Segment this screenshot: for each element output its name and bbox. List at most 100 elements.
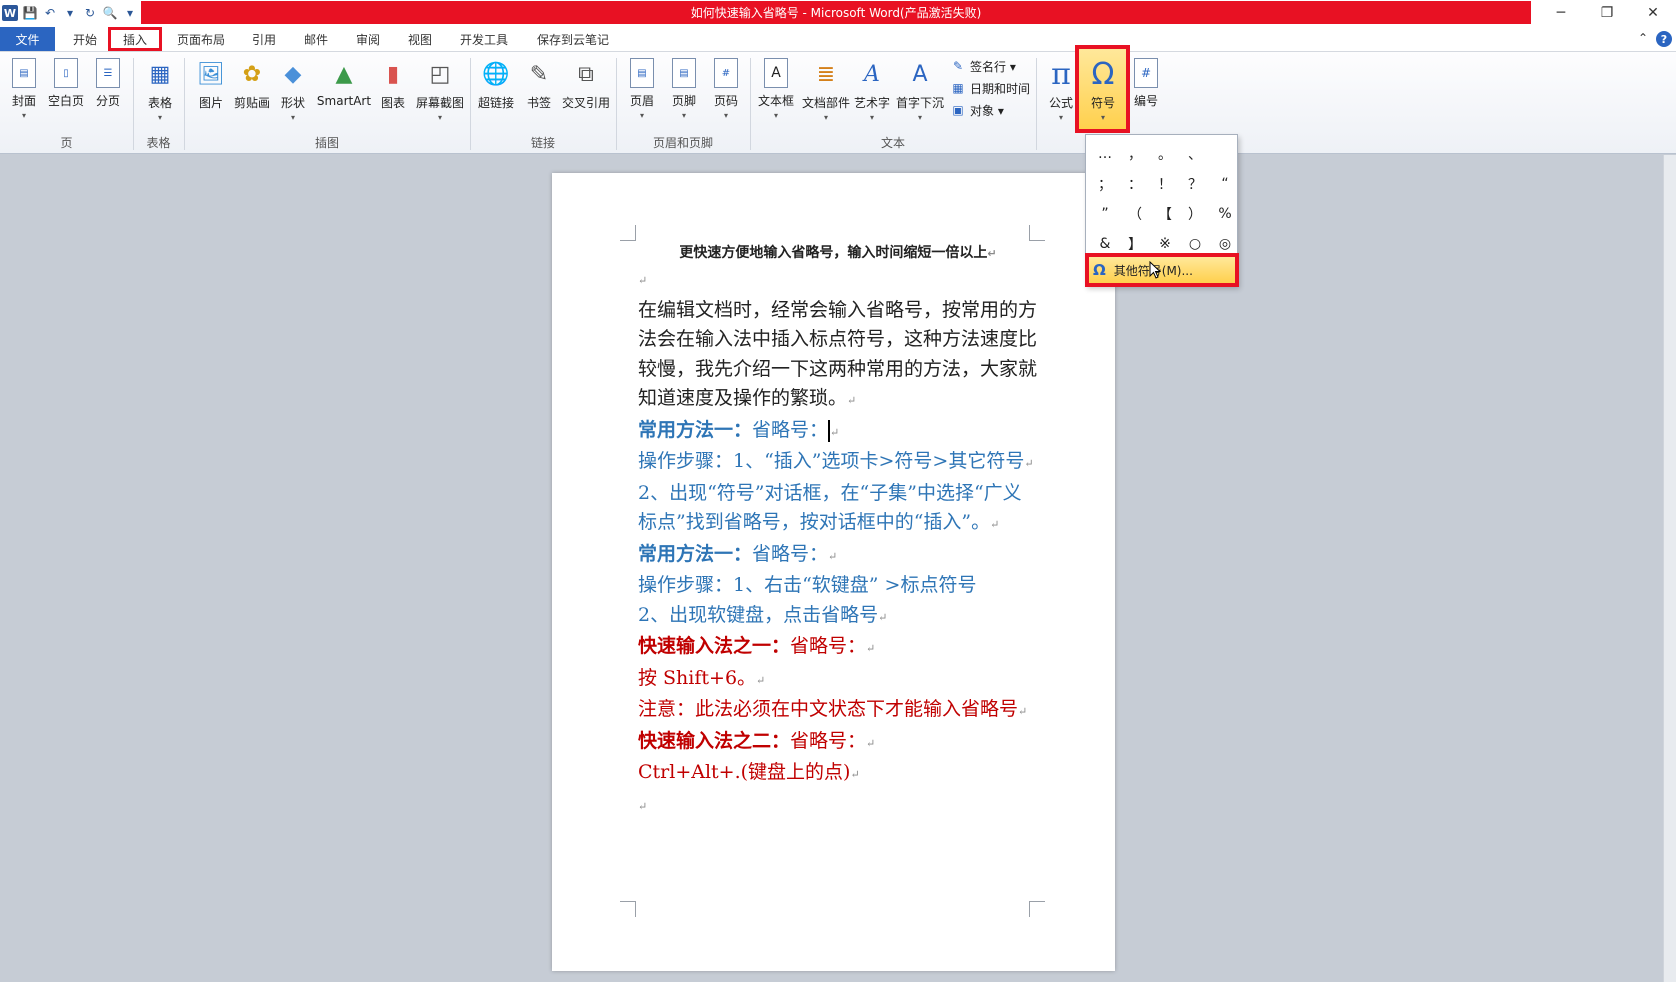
bookmark-label: 书签 — [526, 96, 551, 110]
screenshot-icon: ◰ — [429, 61, 451, 87]
paragraph-mark: ↵ — [638, 799, 648, 813]
smartart-button[interactable]: ▲ SmartArt — [314, 56, 374, 130]
symbol-cell[interactable]: … — [1090, 139, 1120, 169]
symbol-cell[interactable] — [1210, 139, 1240, 169]
tab-save-cloud[interactable]: 保存到云笔记 — [528, 27, 618, 51]
method1-rest-text: 省略号： — [752, 418, 829, 441]
symbol-cell[interactable]: 。 — [1150, 139, 1180, 169]
method2-step2: 2、出现软键盘，点击省略号↵ — [638, 601, 1038, 633]
footer-icon: ▤ — [672, 58, 696, 88]
more-symbols-button[interactable]: Ω 其他符号(M)... — [1085, 253, 1239, 287]
print-preview-icon[interactable]: 🔍 — [102, 5, 118, 21]
chevron-down-icon: ▾ — [723, 111, 728, 120]
fast1-head-text: 快速输入法之一： — [638, 635, 791, 657]
close-button[interactable]: ✕ — [1630, 0, 1676, 26]
symbol-cell[interactable]: ！ — [1150, 169, 1180, 199]
tab-review[interactable]: 审阅 — [348, 27, 388, 51]
undo-dropdown-icon[interactable]: ▾ — [62, 5, 78, 21]
textbox-button[interactable]: A 文本框 ▾ — [756, 56, 796, 130]
clip-art-button[interactable]: ✿ 剪贴画 — [232, 56, 272, 130]
group-separator — [1036, 58, 1037, 150]
signature-line-button[interactable]: ✎ 签名行 ▾ — [950, 56, 1016, 76]
footer-button[interactable]: ▤ 页脚 ▾ — [666, 56, 702, 130]
collapse-ribbon-icon[interactable]: ⌃ — [1638, 31, 1648, 47]
symbol-cell[interactable]: % — [1210, 199, 1240, 229]
title-text: 更快速方便地输入省略号，输入时间缩短一倍以上 — [679, 245, 988, 261]
date-time-button[interactable]: ▦ 日期和时间 — [950, 78, 1030, 98]
equation-icon: π — [1051, 56, 1071, 92]
page-number-button[interactable]: # 页码 ▾ — [708, 56, 744, 130]
chart-button[interactable]: ▮ 图表 — [376, 56, 410, 130]
customize-qat-icon[interactable]: ▾ — [122, 5, 138, 21]
screenshot-button[interactable]: ◰ 屏幕截图 ▾ — [414, 56, 466, 130]
document-body[interactable]: 更快速方便地输入省略号，输入时间缩短一倍以上↵ ↵ 在编辑文档时，经常会输入省略… — [638, 243, 1038, 821]
symbol-cell[interactable]: （ — [1120, 199, 1150, 229]
paragraph-mark: ↵ — [638, 274, 648, 287]
wordart-button[interactable]: A 艺术字 ▾ — [852, 56, 892, 130]
method1-step2: 2、出现“符号”对话框，在“子集”中选择“广义标点”找到省略号，按对话框中的“插… — [638, 479, 1038, 540]
blank-page-button[interactable]: ▯ 空白页 — [46, 56, 86, 130]
save-icon[interactable]: 💾 — [22, 5, 38, 21]
page-break-button[interactable]: ☰ 分页 — [90, 56, 126, 130]
table-icon: ▦ — [149, 61, 171, 87]
numbering-button[interactable]: # 编号 — [1126, 56, 1166, 130]
hyperlink-button[interactable]: 🌐 超链接 — [476, 56, 516, 130]
symbol-cell[interactable]: “ — [1210, 169, 1240, 199]
signature-line-icon: ✎ — [952, 59, 964, 73]
picture-button[interactable]: 🖼 图片 — [194, 56, 228, 130]
object-button[interactable]: ▣ 对象 ▾ — [950, 100, 1004, 120]
symbol-cell[interactable]: ？ — [1180, 169, 1210, 199]
cover-page-button[interactable]: ▤ 封面 ▾ — [6, 56, 42, 130]
symbol-cell[interactable]: 、 — [1180, 139, 1210, 169]
redo-icon[interactable]: ↻ — [82, 5, 98, 21]
tab-view[interactable]: 视图 — [400, 27, 440, 51]
symbol-cell[interactable]: ， — [1120, 139, 1150, 169]
fast2-rest-text: 省略号： — [790, 729, 867, 752]
wordart-label: 艺术字 — [853, 96, 890, 110]
group-label-tables: 表格 — [146, 136, 171, 150]
cross-reference-icon: ⧉ — [578, 61, 594, 87]
tab-developer[interactable]: 开发工具 — [452, 27, 516, 51]
cover-page-icon: ▤ — [12, 58, 36, 88]
restore-button[interactable]: ❐ — [1584, 0, 1630, 26]
chart-icon: ▮ — [386, 61, 400, 87]
table-button[interactable]: ▦ 表格 ▾ — [142, 56, 178, 130]
numbering-icon: # — [1134, 58, 1158, 88]
screenshot-label: 屏幕截图 — [415, 96, 464, 110]
chevron-down-icon: ▾ — [869, 113, 874, 122]
undo-icon[interactable]: ↶ — [42, 5, 58, 21]
tab-insert[interactable]: 插入 — [108, 27, 162, 51]
equation-button[interactable]: π 公式 ▾ — [1044, 56, 1078, 130]
tab-page-layout[interactable]: 页面布局 — [170, 27, 232, 51]
blank-page-icon: ▯ — [54, 58, 78, 88]
ribbon-tabs: 文件 开始 插入 页面布局 引用 邮件 审阅 视图 开发工具 保存到云笔记 ⌃ … — [0, 26, 1676, 52]
symbol-cell[interactable]: ： — [1120, 169, 1150, 199]
tab-references[interactable]: 引用 — [244, 27, 284, 51]
vertical-scrollbar[interactable] — [1663, 155, 1676, 982]
bookmark-button[interactable]: ✎ 书签 — [522, 56, 556, 130]
fast1-rest-text: 省略号： — [790, 635, 867, 657]
tab-home[interactable]: 开始 — [64, 27, 106, 51]
symbol-cell[interactable]: 【 — [1150, 199, 1180, 229]
paragraph-mark: ↵ — [1018, 705, 1028, 718]
shapes-button[interactable]: ◆ 形状 ▾ — [276, 56, 310, 130]
cross-reference-button[interactable]: ⧉ 交叉引用 — [560, 56, 612, 130]
tab-mailings[interactable]: 邮件 — [296, 27, 336, 51]
symbol-cell[interactable]: ； — [1090, 169, 1120, 199]
symbol-button[interactable]: Ω 符号 ▾ — [1085, 56, 1121, 130]
help-icon[interactable]: ? — [1656, 31, 1672, 47]
document-page[interactable]: 更快速方便地输入省略号，输入时间缩短一倍以上↵ ↵ 在编辑文档时，经常会输入省略… — [552, 173, 1115, 971]
hyperlink-label: 超链接 — [477, 96, 514, 110]
minimize-button[interactable]: ─ — [1538, 0, 1584, 26]
paragraph-mark: ↵ — [987, 247, 997, 260]
symbol-cell[interactable]: ” — [1090, 199, 1120, 229]
header-button[interactable]: ▤ 页眉 ▾ — [624, 56, 660, 130]
quick-parts-button[interactable]: ≣ 文档部件 ▾ — [800, 56, 852, 130]
blank-page-label: 空白页 — [47, 94, 84, 108]
margin-corner — [1029, 901, 1045, 917]
word-app-icon[interactable]: W — [2, 5, 18, 21]
tab-file[interactable]: 文件 — [0, 27, 55, 51]
symbol-cell[interactable]: ） — [1180, 199, 1210, 229]
drop-cap-button[interactable]: A 首字下沉 ▾ — [894, 56, 946, 130]
paragraph-mark: ↵ — [828, 549, 838, 563]
